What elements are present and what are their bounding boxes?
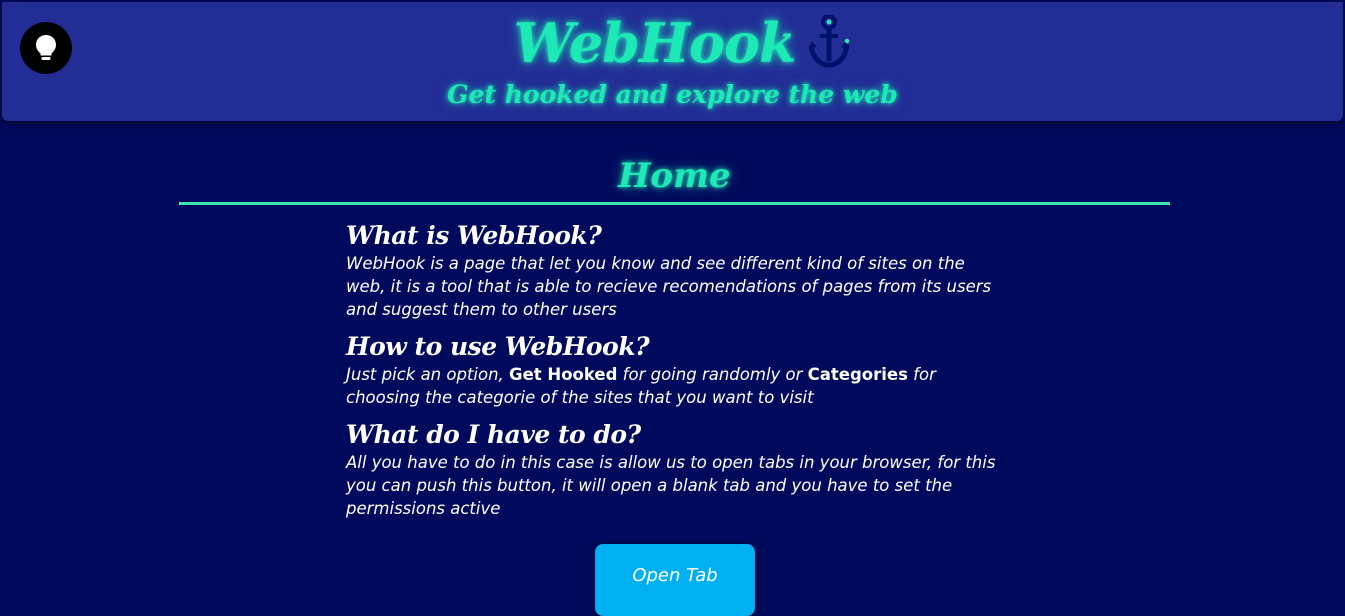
open-tab-button[interactable]: Open Tab xyxy=(595,544,755,616)
section-body: WebHook is a page that let you know and … xyxy=(346,254,992,319)
site-tagline: Get hooked and explore the web xyxy=(447,80,898,109)
section-title: What is WebHook? xyxy=(346,221,602,250)
section-body: Just pick an option, Get Hooked for goin… xyxy=(346,363,1006,409)
body-text: Just pick an option, xyxy=(346,365,510,384)
title-row: WebHook xyxy=(2,8,1343,78)
heading-divider xyxy=(179,202,1170,205)
section-title: How to use WebHook? xyxy=(346,332,650,361)
anchor-icon xyxy=(809,15,850,68)
section-body: All you have to do in this case is allow… xyxy=(346,453,996,518)
site-header: WebHook Get hooked and explore the web xyxy=(2,2,1343,121)
main-content: What is WebHook? WebHook is a page that … xyxy=(346,220,1006,530)
page-title: Home xyxy=(618,156,731,196)
section-title: What do I have to do? xyxy=(346,420,641,449)
get-hooked-label: Get Hooked xyxy=(509,365,618,384)
section-what-to-do: What do I have to do? All you have to do… xyxy=(346,419,1006,520)
categories-label: Categories xyxy=(807,365,908,384)
section-what-is: What is WebHook? WebHook is a page that … xyxy=(346,220,1006,321)
body-text: for going randomly or xyxy=(617,365,808,384)
site-title: WebHook xyxy=(513,11,797,75)
section-how-to-use: How to use WebHook? Just pick an option,… xyxy=(346,331,1006,409)
